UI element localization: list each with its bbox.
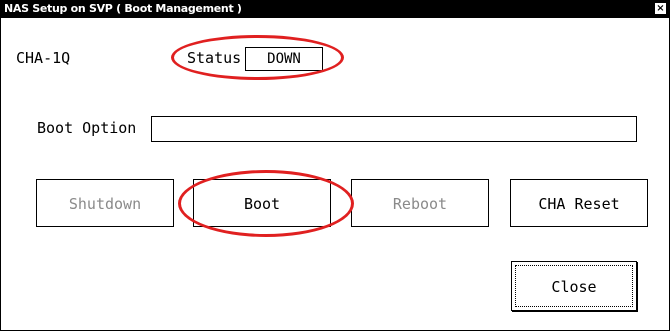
cha-reset-button[interactable]: CHA Reset	[510, 179, 648, 227]
boot-management-window: NAS Setup on SVP ( Boot Management ) × C…	[0, 0, 670, 331]
device-name: CHA-1Q	[16, 49, 71, 67]
boot-button[interactable]: Boot	[193, 179, 331, 227]
close-icon[interactable]: ×	[655, 3, 666, 14]
status-value: DOWN	[245, 47, 323, 71]
reboot-button[interactable]: Reboot	[351, 179, 489, 227]
title-bar: NAS Setup on SVP ( Boot Management ) ×	[1, 1, 669, 18]
status-label: Status	[187, 49, 242, 67]
boot-option-label: Boot Option	[37, 119, 137, 137]
shutdown-button[interactable]: Shutdown	[36, 179, 174, 227]
close-button-label: Close	[515, 265, 633, 307]
window-title: NAS Setup on SVP ( Boot Management )	[4, 2, 242, 15]
close-button[interactable]: Close	[511, 261, 637, 311]
boot-option-input[interactable]	[151, 116, 637, 142]
